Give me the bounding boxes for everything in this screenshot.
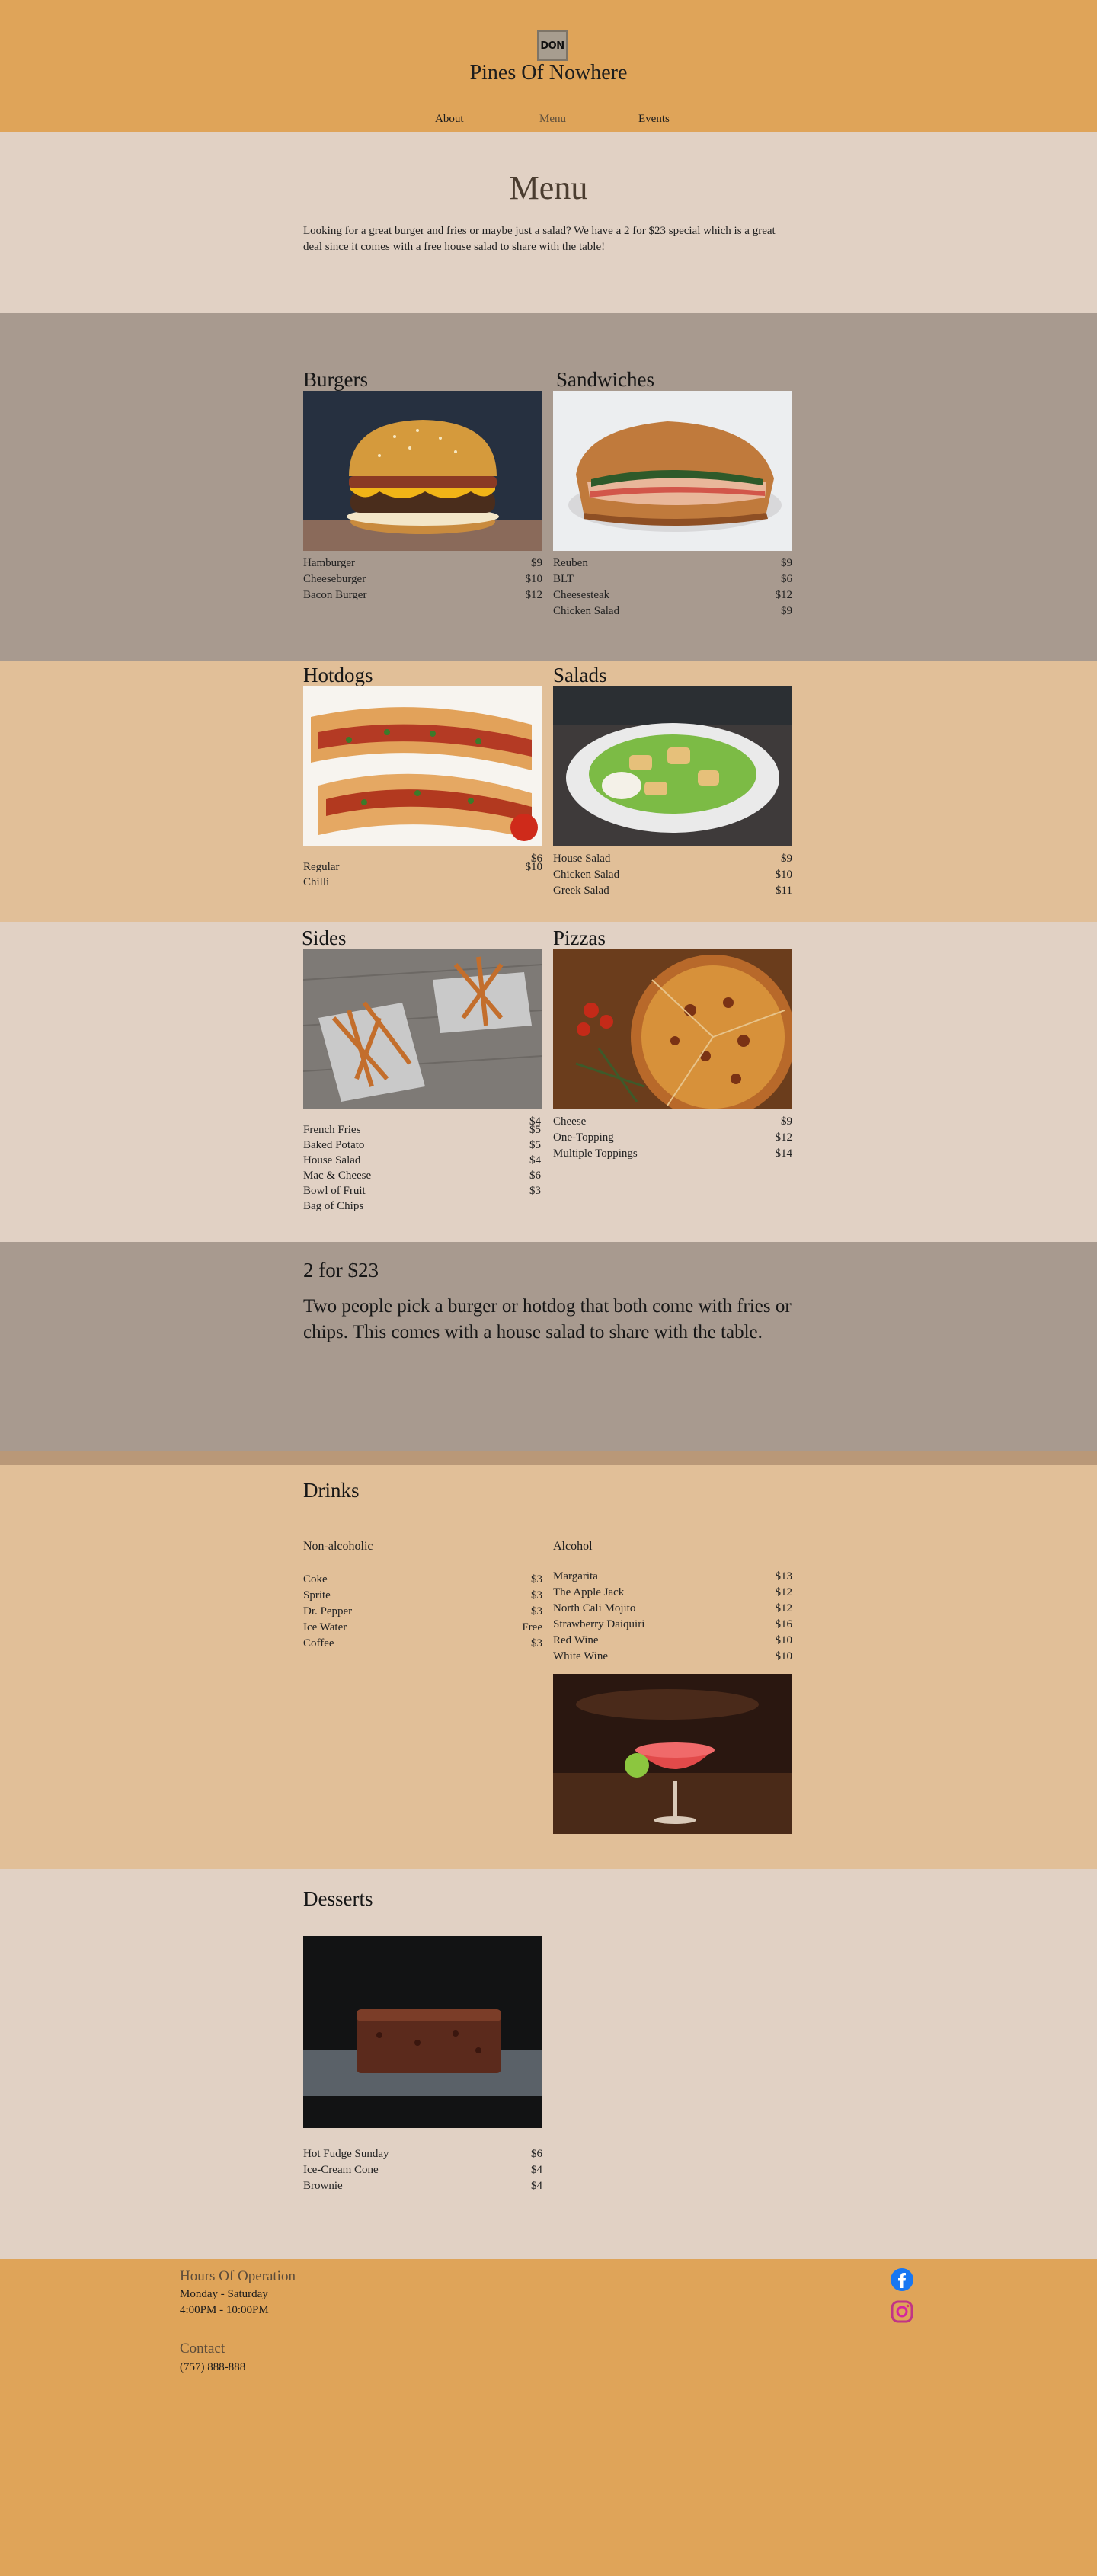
category-title: Burgers (303, 368, 368, 391)
burger-photo (303, 391, 542, 551)
sandwiches-category: Sandwiches Reuben $9 BLT $6 Cheesesteak $12… (553, 368, 792, 619)
menu-item: White Wine $10 (553, 1650, 792, 1662)
menu-item: Regular $10 (303, 861, 542, 873)
alcohol-title: Alcohol (553, 1540, 593, 1553)
drinks-section: Drinks Non-alcoholic Coke $3 Sprite $3 Dr.… (0, 1465, 1097, 1869)
sides-category: Sides $4 French Fries $5 Baked Potato $5 H… (302, 926, 542, 1214)
menu-item: Baked Potato $5 (303, 1139, 541, 1151)
special-title: 2 for $23 (303, 1259, 379, 1282)
salads-category: Salads House Salad $9 Chicken Salad $10 Gr… (553, 664, 792, 899)
burgers-category: Burgers Hamburger $9 Cheeseburger $10 Baco… (303, 368, 542, 603)
menu-item: Red Wine $10 (553, 1634, 792, 1646)
site-footer: Hours Of Operation Monday - Saturday 4:0… (0, 2259, 1097, 2576)
menu-item: Hot Fudge Sunday $6 (303, 2148, 542, 2160)
menu-item: Reuben $9 (553, 557, 792, 569)
category-title: Sides (302, 926, 347, 949)
special-offer-section: 2 for $23 Two people pick a burger or ho… (0, 1242, 1097, 1451)
pizza-photo (553, 949, 792, 1109)
menu-intro: Menu Looking for a great burger and frie… (0, 132, 1097, 313)
alcohol-list: Margarita $13 The Apple Jack $12 North Cal… (553, 1569, 792, 1665)
menu-item: BLT $6 (553, 573, 792, 585)
desserts-section: Desserts Hot Fudge Sunday $6 Ice-Cream Co… (0, 1869, 1097, 2259)
menu-item: French Fries $5 (303, 1124, 541, 1136)
menu-item: North Cali Mojito $12 (553, 1602, 792, 1614)
desserts-list: Hot Fudge Sunday $6 Ice-Cream Cone $4 Brow… (303, 2146, 542, 2194)
main-nav: About Menu Events (0, 113, 1097, 128)
menu-item: Ice-Cream Cone $4 (303, 2164, 542, 2176)
hours-times: 4:00PM - 10:00PM (180, 2304, 269, 2316)
contact-phone: (757) 888-888 (180, 2361, 246, 2373)
menu-item: Chicken Salad $9 (553, 605, 792, 617)
page-title: Menu (509, 169, 588, 206)
hotdogs-salads-section: Hotdogs $6 Regular $10 Chilli Salads Hou… (0, 661, 1097, 922)
menu-item: Margarita $13 (553, 1570, 792, 1582)
category-title: Salads (553, 664, 607, 686)
menu-item: Sprite $3 (303, 1589, 542, 1602)
pizzas-category: Pizzas Cheese $9 One-Topping $12 Multiple … (553, 926, 792, 1162)
menu-item: Coffee $3 (303, 1637, 542, 1650)
cocktail-photo (553, 1674, 792, 1834)
menu-item: The Apple Jack $12 (553, 1586, 792, 1598)
menu-item: Bowl of Fruit $3 (303, 1185, 541, 1197)
brownie-photo (303, 1936, 542, 2128)
site-header: DON Pines Of Nowhere About Menu Events (0, 0, 1097, 132)
fries-photo (303, 949, 542, 1109)
menu-item: House Salad $4 (303, 1154, 541, 1166)
desserts-title: Desserts (303, 1887, 373, 1910)
menu-item: Greek Salad $11 (553, 885, 792, 897)
menu-item: Coke $3 (303, 1573, 542, 1586)
menu-item: Bacon Burger $12 (303, 589, 542, 601)
nav-about[interactable]: About (435, 113, 464, 126)
salad-photo (553, 686, 792, 846)
hotdog-photo (303, 686, 542, 846)
menu-item: Cheeseburger $10 (303, 573, 542, 585)
nav-menu[interactable]: Menu (539, 113, 566, 126)
sandwich-photo (553, 391, 792, 551)
special-text: Two people pick a burger or hotdog that … (303, 1296, 792, 1342)
menu-item: Mac & Cheese $6 (303, 1170, 541, 1182)
facebook-icon[interactable] (890, 2267, 914, 2292)
menu-item: Ice Water Free (303, 1621, 542, 1634)
site-logo[interactable]: DON (537, 30, 568, 61)
menu-item: Bag of Chips (303, 1200, 364, 1212)
menu-item: Chilli (303, 876, 330, 888)
menu-item: House Salad $9 (553, 853, 792, 865)
menu-item: Brownie $4 (303, 2180, 542, 2192)
menu-item: Dr. Pepper $3 (303, 1605, 542, 1618)
sides-pizzas-section: Sides $4 French Fries $5 Baked Potato $5 H… (0, 922, 1097, 1242)
category-title: Sandwiches (556, 368, 654, 391)
menu-item: Hamburger $9 (303, 557, 542, 569)
hotdogs-category: Hotdogs $6 Regular $10 Chilli (303, 664, 542, 891)
burgers-sandwiches-section: Burgers Hamburger $9 Cheeseburger $10 Baco… (0, 313, 1097, 661)
intro-text: Looking for a great burger and fries or … (303, 225, 776, 253)
non-alcoholic-title: Non-alcoholic (303, 1540, 373, 1553)
category-title: Pizzas (553, 926, 606, 949)
hours-days: Monday - Saturday (180, 2288, 268, 2300)
contact-title: Contact (180, 2341, 225, 2357)
menu-item: One-Topping $12 (553, 1131, 792, 1144)
hours-title: Hours Of Operation (180, 2268, 296, 2284)
menu-item: Strawberry Daiquiri $16 (553, 1618, 792, 1630)
category-title: Hotdogs (303, 664, 373, 686)
site-title: Pines Of Nowhere (469, 61, 628, 85)
section-divider (0, 1451, 1097, 1465)
menu-item: Cheese $9 (553, 1115, 792, 1128)
non-alcoholic-list: Coke $3 Sprite $3 Dr. Pepper $3 Ice Water Fr… (303, 1572, 542, 1652)
menu-item: Multiple Toppings $14 (553, 1147, 792, 1160)
instagram-icon[interactable] (890, 2299, 914, 2324)
menu-item: Chicken Salad $10 (553, 869, 792, 881)
drinks-title: Drinks (303, 1479, 360, 1502)
menu-item: Cheesesteak $12 (553, 589, 792, 601)
nav-events[interactable]: Events (638, 113, 670, 126)
